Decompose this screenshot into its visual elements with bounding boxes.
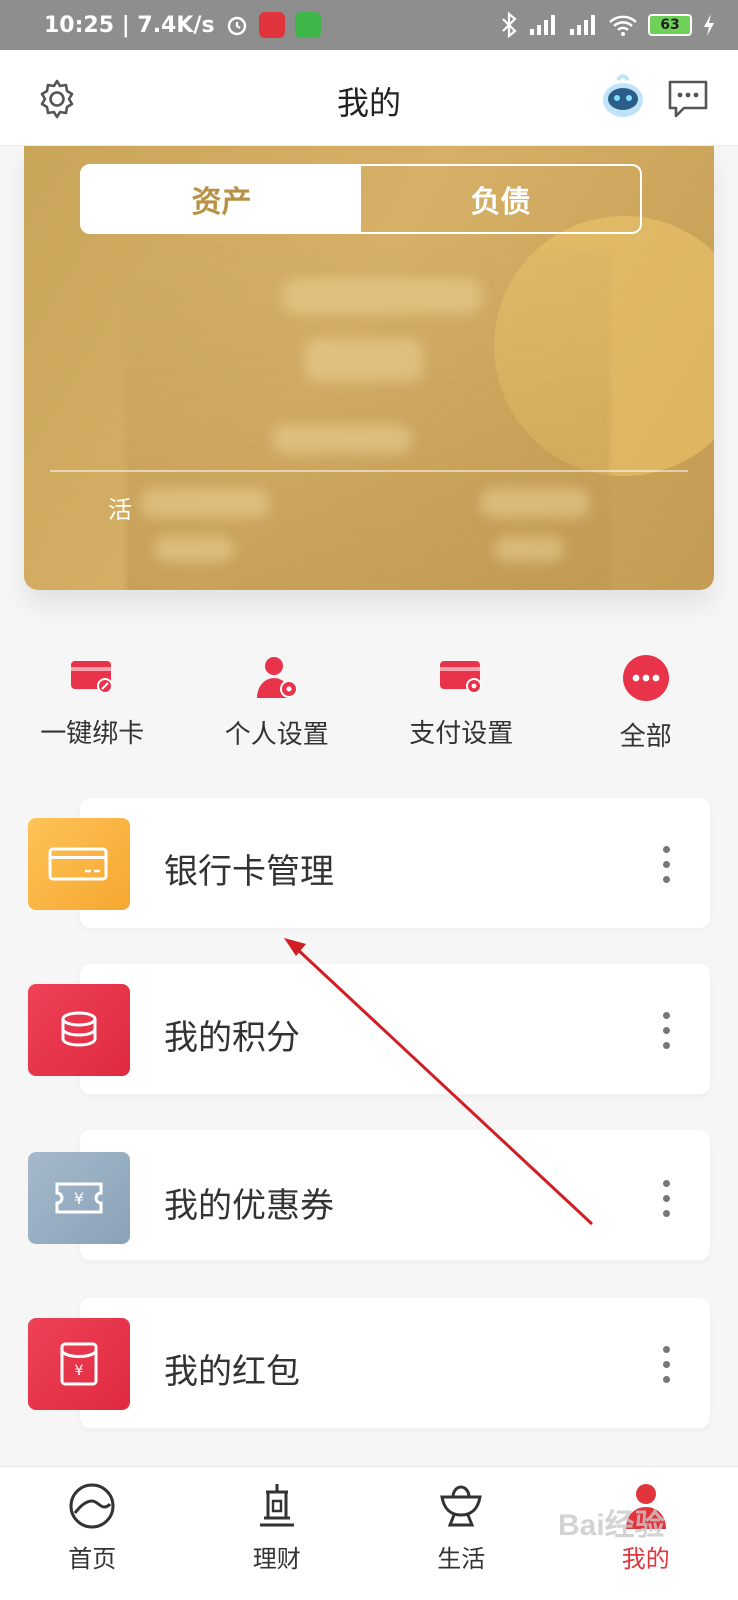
asset-debt-toggle: 资产 负债 [80, 164, 642, 234]
menu-item-label: 我的积分 [164, 1018, 300, 1058]
tab-label: 理财 [252, 1545, 301, 1573]
blurred-text [282, 278, 482, 314]
alarm-icon [227, 16, 246, 36]
charging-icon [704, 14, 714, 36]
payment-settings-icon [436, 654, 486, 699]
quick-action-bind-card[interactable]: 一键绑卡 [0, 640, 185, 750]
watermark: Bai经验 [558, 1509, 665, 1542]
card-account-label: 活 [108, 496, 132, 524]
tab-label: 首页 [68, 1545, 117, 1573]
tab-label: 我的 [621, 1545, 670, 1573]
assistant-robot-icon[interactable] [598, 72, 648, 122]
life-icon [440, 1485, 483, 1527]
blurred-text [494, 536, 564, 562]
status-time: 10:25 | 7.4K/s [44, 12, 215, 38]
top-header: 我的 [0, 50, 738, 146]
tab-label: 生活 [437, 1545, 486, 1573]
signal-hd-icon [570, 15, 595, 35]
home-icon [69, 1483, 115, 1529]
more-options-icon[interactable] [646, 1168, 686, 1228]
coupon-icon: ¥ [28, 1152, 130, 1244]
finance-icon [259, 1484, 294, 1527]
red-envelope-icon: ¥ [28, 1318, 130, 1410]
menu-item-label: 我的优惠券 [164, 1186, 334, 1226]
svg-text:¥: ¥ [75, 1363, 84, 1379]
blurred-text [480, 488, 590, 518]
battery-indicator: 63 [648, 14, 692, 36]
quick-action-all[interactable]: 全部 [554, 640, 738, 752]
quick-action-personal-settings[interactable]: 个人设置 [185, 640, 370, 750]
card-link-icon [67, 654, 117, 699]
more-options-icon[interactable] [646, 834, 686, 894]
tab-debts[interactable]: 负债 [361, 166, 640, 232]
menu-item-label: 我的红包 [164, 1352, 300, 1392]
card-divider [50, 470, 688, 472]
more-options-icon[interactable] [646, 1334, 686, 1394]
quick-action-label: 全部 [619, 722, 672, 752]
more-icon [621, 654, 671, 702]
bluetooth-icon [502, 12, 517, 38]
bank-card-icon [28, 818, 130, 910]
blurred-text [154, 536, 234, 562]
quick-action-label: 支付设置 [409, 719, 514, 749]
signal-icon [530, 15, 555, 35]
notification-app-icon [258, 12, 285, 38]
blurred-text [140, 488, 270, 518]
tab-home[interactable]: 首页 [0, 1467, 185, 1600]
status-bar: 10:25 | 7.4K/s 63 [0, 0, 738, 50]
tab-assets[interactable]: 资产 [82, 166, 361, 232]
message-icon[interactable] [666, 78, 710, 120]
wifi-icon [609, 15, 637, 36]
asset-card: 资产 负债 活 [24, 146, 714, 590]
quick-actions: 一键绑卡 个人设置 支付设置 全部 [0, 640, 738, 752]
points-coins-icon [28, 984, 130, 1076]
menu-item-label: 银行卡管理 [164, 852, 334, 892]
quick-action-payment-settings[interactable]: 支付设置 [369, 640, 554, 750]
tab-life[interactable]: 生活 [369, 1467, 554, 1600]
blurred-amount [304, 338, 424, 382]
tab-finance[interactable]: 理财 [185, 1467, 370, 1600]
person-settings-icon [252, 654, 302, 700]
svg-text:¥: ¥ [74, 1189, 84, 1208]
quick-action-label: 一键绑卡 [40, 719, 145, 749]
blurred-text [272, 424, 412, 454]
quick-action-label: 个人设置 [224, 720, 329, 750]
more-options-icon[interactable] [646, 1000, 686, 1060]
notification-app-icon [294, 12, 321, 38]
